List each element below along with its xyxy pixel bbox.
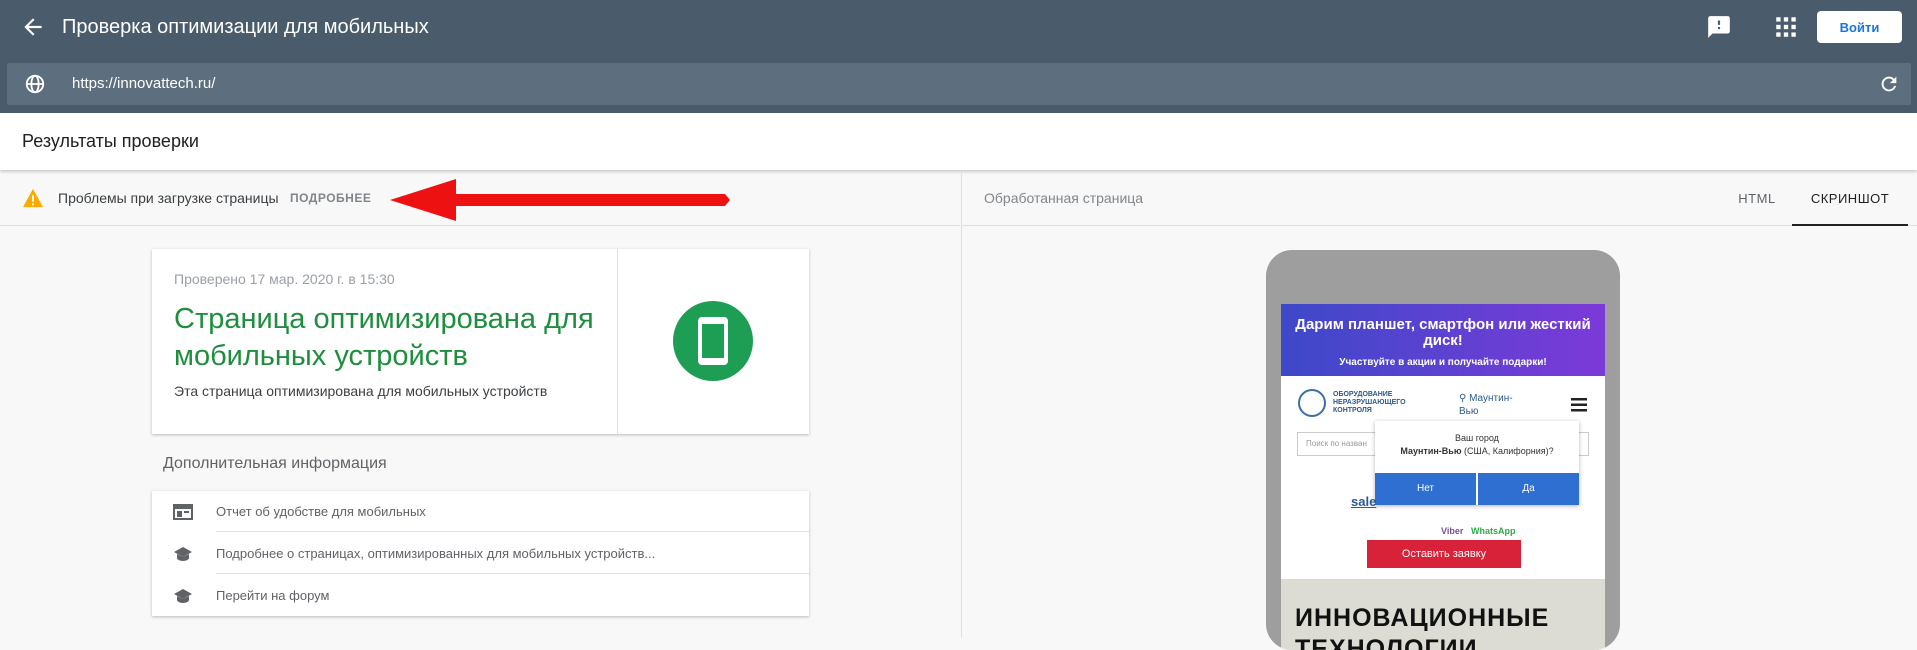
red-arrow-annotation — [390, 179, 730, 221]
promo-title: Дарим планшет, смартфон или жесткий диск… — [1295, 316, 1591, 349]
hero-heading: ИННОВАЦИОННЫЕ ТЕХНОЛОГИИ — [1295, 604, 1550, 650]
link-label[interactable]: Перейти на форум — [216, 575, 329, 616]
additional-links: Отчет об удобстве для мобильных Подробне… — [152, 491, 809, 616]
preview-header: Обработанная страница HTML СКРИНШОТ — [962, 171, 1917, 226]
web-report-icon — [173, 504, 193, 520]
popup-question: Ваш город — [1455, 433, 1499, 443]
link-label[interactable]: Подробнее о страницах, оптимизированных … — [216, 533, 655, 574]
smartphone-icon — [698, 317, 728, 365]
divider — [216, 573, 809, 574]
popup-region: (США, Калифорния)? — [1461, 446, 1554, 456]
page-title: Проверка оптимизации для мобильных — [62, 16, 429, 38]
promo-banner: Дарим планшет, смартфон или жесткий диск… — [1281, 304, 1605, 376]
city-link: ⚲ Маунтин-Вью — [1459, 392, 1529, 418]
popup-city: Маунтин-Вью (США, Калифорния)? — [1375, 446, 1579, 456]
sale-link: sale — [1351, 494, 1377, 509]
link-forum[interactable]: Перейти на форум — [152, 575, 809, 616]
top-bar: Проверка оптимизации для мобильных Войти… — [0, 0, 1917, 113]
tab-html[interactable]: HTML — [1722, 171, 1792, 226]
link-learn-more[interactable]: Подробнее о страницах, оптимизированных … — [152, 533, 809, 574]
checked-timestamp: Проверено 17 мар. 2020 г. в 15:30 — [174, 271, 395, 287]
mobile-friendly-badge — [673, 301, 753, 381]
school-icon — [174, 547, 192, 561]
rendered-page-label: Обработанная страница — [984, 190, 1144, 206]
mobile-screenshot: Дарим планшет, смартфон или жесткий диск… — [1281, 304, 1605, 650]
details-link[interactable]: ПОДРОБНЕЕ — [290, 171, 371, 226]
school-icon — [174, 589, 192, 603]
location-pin-icon: ⚲ — [1459, 393, 1470, 404]
url-text[interactable]: https://innovattech.ru/ — [72, 63, 215, 105]
left-panel: Проблемы при загрузке страницы ПОДРОБНЕЕ… — [0, 171, 960, 638]
apps-grid-icon[interactable] — [1773, 14, 1799, 40]
divider — [216, 531, 809, 532]
promo-subtitle: Участвуйте в акции и получайте подарки! — [1339, 357, 1547, 368]
hero-section: ИННОВАЦИОННЫЕ ТЕХНОЛОГИИ — [1281, 579, 1605, 650]
feedback-icon[interactable] — [1706, 14, 1732, 40]
viber-link: Viber — [1441, 526, 1464, 536]
popup-city-name: Маунтин-Вью — [1400, 446, 1462, 456]
warning-icon — [23, 188, 43, 208]
card-divider — [617, 249, 618, 434]
refresh-icon[interactable] — [1878, 73, 1900, 95]
back-arrow-icon[interactable] — [20, 14, 46, 40]
right-panel: Обработанная страница HTML СКРИНШОТ Дари… — [961, 171, 1917, 650]
issue-text: Проблемы при загрузке страницы — [58, 190, 279, 206]
phone-frame: Дарим планшет, смартфон или жесткий диск… — [1266, 250, 1620, 650]
tab-screenshot[interactable]: СКРИНШОТ — [1792, 171, 1908, 226]
page-loading-issue: Проблемы при загрузке страницы ПОДРОБНЕЕ — [0, 171, 960, 226]
whatsapp-link: WhatsApp — [1471, 526, 1516, 536]
result-headline: Страница оптимизирована для мобильных ус… — [174, 303, 594, 372]
results-title: Результаты проверки — [22, 131, 199, 151]
result-description: Эта страница оптимизирована для мобильны… — [174, 383, 548, 399]
link-label[interactable]: Отчет об удобстве для мобильных — [216, 491, 426, 532]
city-popup: Ваш город Маунтин-Вью (США, Калифорния)?… — [1375, 421, 1579, 505]
additional-info-title: Дополнительная информация — [163, 455, 387, 472]
order-button: Оставить заявку — [1367, 540, 1521, 568]
menu-icon — [1571, 398, 1587, 412]
site-logo-text: ОБОРУДОВАНИЕ НЕРАЗРУШАЮЩЕГО КОНТРОЛЯ — [1333, 391, 1406, 414]
link-mobile-usability-report[interactable]: Отчет об удобстве для мобильных — [152, 491, 809, 532]
globe-icon — [25, 74, 45, 94]
result-card: Проверено 17 мар. 2020 г. в 15:30 Страни… — [152, 249, 809, 434]
popup-no-button: Нет — [1375, 473, 1476, 505]
popup-yes-button: Да — [1478, 473, 1579, 505]
site-logo — [1298, 389, 1326, 417]
url-bar[interactable]: https://innovattech.ru/ — [7, 63, 1911, 105]
results-header: Результаты проверки — [0, 113, 1917, 170]
login-button[interactable]: Войти — [1817, 11, 1902, 43]
